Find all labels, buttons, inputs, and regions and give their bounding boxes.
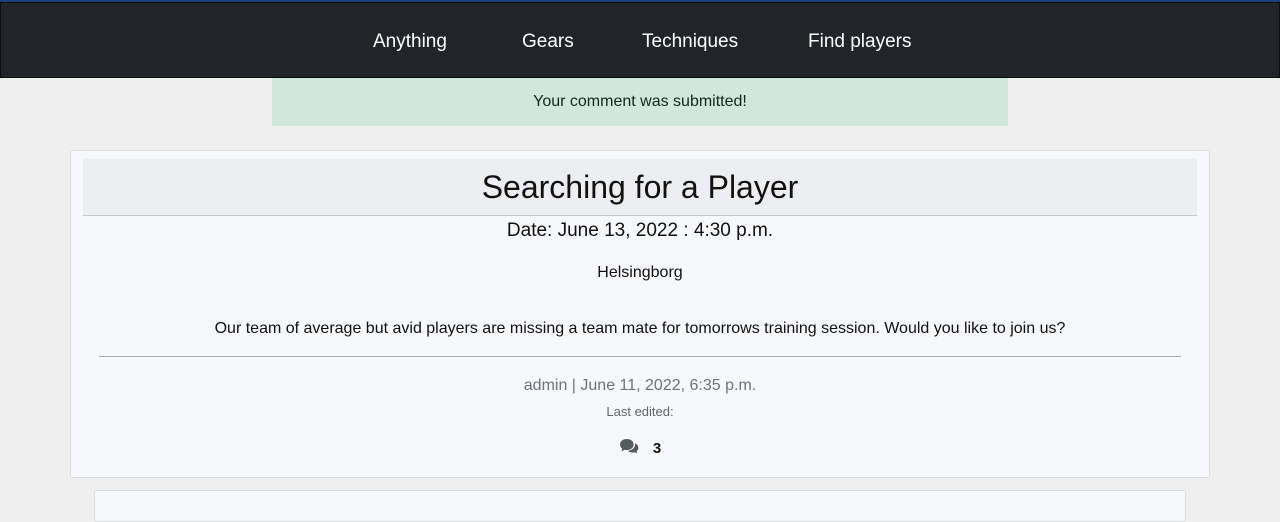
comments-icon (619, 438, 639, 458)
nav-item-gears[interactable]: Gears (522, 31, 574, 53)
comment-count: 3 (652, 440, 662, 457)
success-alert: Your comment was submitted! (272, 78, 1008, 126)
last-edited-label: Last edited: (606, 404, 674, 419)
post-date: Date: June 13, 2022 : 4:30 p.m. (506, 220, 774, 241)
navbar: Anything Gears Techniques Find players (0, 2, 1280, 78)
comment-card (94, 490, 1186, 522)
comment-count-area: 3 (71, 438, 1209, 458)
post-card-header: Searching for a Player (83, 159, 1197, 216)
post-content: Our team of average but avid players are… (214, 320, 1066, 337)
post-location: Helsingborg (597, 264, 683, 281)
post-title: Searching for a Player (481, 169, 799, 205)
nav-item-anything[interactable]: Anything (373, 31, 447, 53)
nav-item-find-players[interactable]: Find players (808, 31, 912, 53)
post-author-date: admin | June 11, 2022, 6:35 p.m. (523, 377, 757, 394)
divider (99, 356, 1181, 357)
post-card: Searching for a Player Date: June 13, 20… (70, 150, 1210, 478)
nav-item-techniques[interactable]: Techniques (642, 31, 738, 53)
